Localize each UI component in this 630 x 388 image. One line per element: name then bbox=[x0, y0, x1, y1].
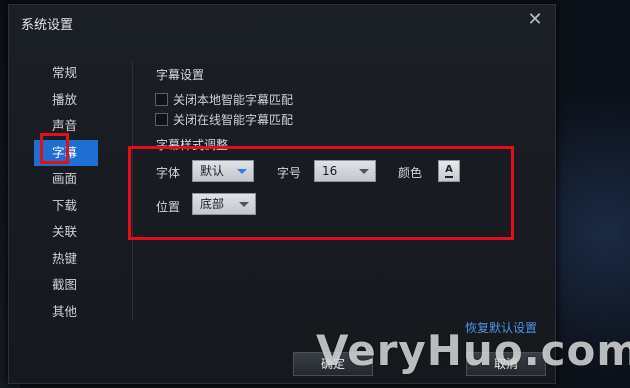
local-match-checkbox[interactable] bbox=[155, 93, 168, 106]
sidebar-item-association[interactable]: 关联 bbox=[34, 219, 124, 246]
settings-sidebar: 常规 播放 声音 字幕 画面 下载 关联 热键 截图 其他 bbox=[34, 60, 124, 325]
sidebar-item-other[interactable]: 其他 bbox=[34, 299, 124, 326]
dialog-titlebar[interactable]: 系统设置 ✕ bbox=[9, 5, 555, 37]
sidebar-item-picture[interactable]: 画面 bbox=[34, 166, 124, 193]
online-match-checkbox[interactable] bbox=[155, 113, 168, 126]
sidebar-item-download[interactable]: 下载 bbox=[34, 193, 124, 220]
online-match-label: 关闭在线智能字幕匹配 bbox=[173, 113, 294, 127]
watermark-logo: VeryHuo.com bbox=[316, 326, 630, 375]
sidebar-item-general[interactable]: 常规 bbox=[34, 60, 124, 87]
highlight-box-style bbox=[128, 146, 514, 240]
subtitle-settings-title: 字幕设置 bbox=[156, 68, 205, 82]
online-match-option[interactable]: 关闭在线智能字幕匹配 bbox=[155, 111, 293, 128]
local-match-option[interactable]: 关闭本地智能字幕匹配 bbox=[155, 91, 293, 108]
highlight-box-sidebar bbox=[40, 133, 69, 164]
close-icon[interactable]: ✕ bbox=[525, 10, 545, 30]
dialog-title: 系统设置 bbox=[21, 18, 74, 33]
sidebar-item-hotkey[interactable]: 热键 bbox=[34, 246, 124, 273]
sidebar-item-screenshot[interactable]: 截图 bbox=[34, 272, 124, 299]
local-match-label: 关闭本地智能字幕匹配 bbox=[173, 93, 294, 107]
sidebar-item-playback[interactable]: 播放 bbox=[34, 87, 124, 114]
